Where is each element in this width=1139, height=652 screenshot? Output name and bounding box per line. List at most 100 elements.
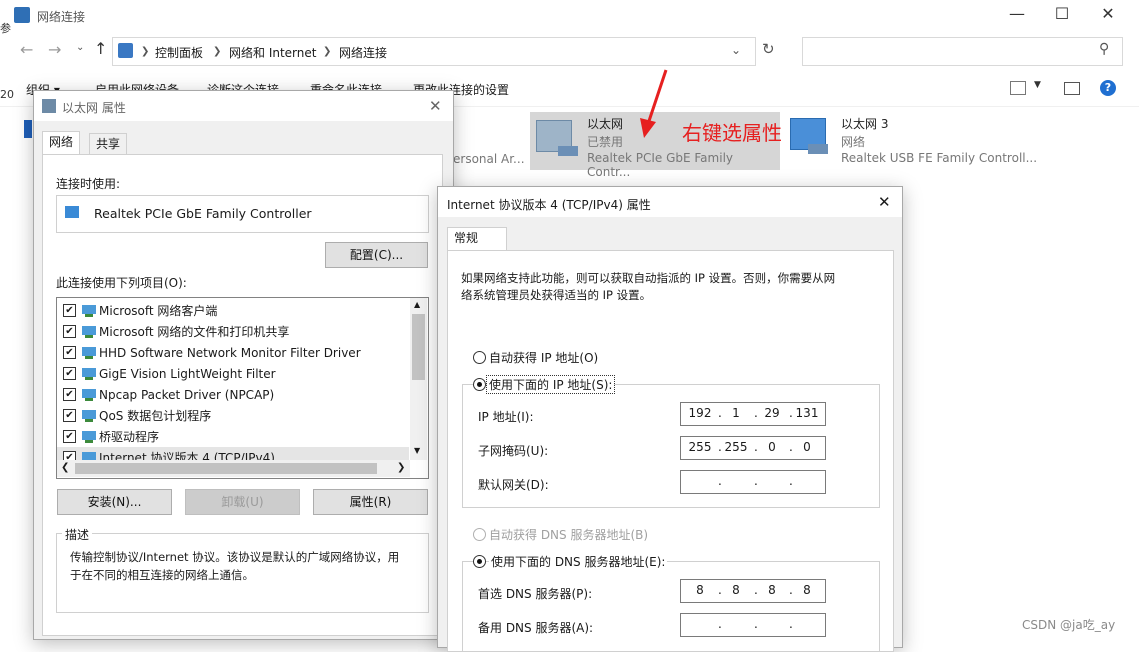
- breadcrumb-item[interactable]: 控制面板: [155, 44, 203, 61]
- breadcrumb-item[interactable]: 网络连接: [339, 44, 387, 61]
- help-icon[interactable]: ?: [1100, 80, 1116, 96]
- dns-octet: 8: [768, 583, 776, 597]
- scroll-right-icon[interactable]: ❯: [397, 462, 405, 473]
- manual-ip-radio[interactable]: [473, 378, 486, 391]
- network-component-icon: [82, 409, 96, 422]
- network-component-icon: [82, 304, 96, 317]
- gateway-label: 默认网关(D):: [478, 478, 549, 492]
- scroll-down-icon[interactable]: ▼: [414, 446, 420, 455]
- subnet-mask-field[interactable]: 255 . 255 . 0 . 0: [680, 436, 826, 460]
- nav-pane-fragment: 20: [0, 88, 14, 101]
- item-checkbox[interactable]: ✔: [63, 304, 76, 317]
- dialog-title-bar: Internet 协议版本 4 (TCP/IPv4) 属性 ✕: [438, 187, 902, 217]
- dialog-title: Internet 协议版本 4 (TCP/IPv4) 属性: [447, 198, 651, 212]
- breadcrumb-item[interactable]: 网络和 Internet: [229, 44, 316, 61]
- tab-general[interactable]: 常规: [447, 227, 507, 250]
- dns2-label: 备用 DNS 服务器(A):: [478, 621, 594, 635]
- scroll-thumb[interactable]: [412, 314, 425, 380]
- maximize-button[interactable]: ☐: [1047, 4, 1077, 23]
- network-folder-icon: [14, 7, 30, 23]
- ipv4-properties-dialog: Internet 协议版本 4 (TCP/IPv4) 属性 ✕ 常规 如果网络支…: [437, 186, 903, 652]
- up-arrow-icon[interactable]: ↑: [94, 39, 107, 58]
- list-item[interactable]: ✔ GigE Vision LightWeight Filter: [57, 363, 409, 384]
- item-checkbox[interactable]: ✔: [63, 325, 76, 338]
- item-checkbox[interactable]: ✔: [63, 346, 76, 359]
- adapter-name: 以太网: [587, 117, 624, 131]
- back-arrow-icon[interactable]: ←: [20, 40, 33, 59]
- vertical-scrollbar[interactable]: ▲ ▼: [410, 298, 427, 460]
- adapter-status: 已禁用: [587, 135, 624, 149]
- minimize-button[interactable]: —: [1002, 4, 1032, 23]
- description-text: 传输控制协议/Internet 协议。该协议是默认的广域网络协议，用: [70, 550, 400, 564]
- network-component-icon: [82, 346, 96, 359]
- alternate-dns-field[interactable]: . . .: [680, 613, 826, 637]
- control-panel-icon: [118, 43, 133, 58]
- item-label: Microsoft 网络的文件和打印机共享: [99, 325, 290, 339]
- manual-dns-radio[interactable]: [473, 555, 486, 568]
- preview-pane-icon[interactable]: [1064, 82, 1080, 95]
- ip-dot: .: [718, 474, 722, 488]
- adapter-name[interactable]: 以太网 3: [841, 115, 888, 132]
- item-checkbox[interactable]: ✔: [63, 388, 76, 401]
- intro-text: 如果网络支持此功能，则可以获取自动指派的 IP 设置。否则，你需要从网: [461, 271, 836, 285]
- scroll-up-icon[interactable]: ▲: [414, 300, 420, 309]
- tab-sharing[interactable]: 共享: [89, 133, 128, 154]
- auto-dns-label: 自动获得 DNS 服务器地址(B): [489, 528, 649, 542]
- item-checkbox[interactable]: ✔: [63, 367, 76, 380]
- dialog-close-button[interactable]: ✕: [878, 193, 891, 211]
- list-item[interactable]: ✔ 桥驱动程序: [57, 426, 409, 447]
- properties-button[interactable]: 属性(R): [313, 489, 428, 515]
- list-item[interactable]: ✔ QoS 数据包计划程序: [57, 405, 409, 426]
- address-box[interactable]: ❯ 控制面板 ❯ 网络和 Internet ❯ 网络连接 ⌄: [112, 37, 756, 66]
- ip-dot: .: [718, 617, 722, 631]
- view-options-icon[interactable]: [1010, 81, 1026, 95]
- preferred-dns-field[interactable]: 8 . 8 . 8 . 8: [680, 579, 826, 603]
- list-item[interactable]: ✔ Npcap Packet Driver (NPCAP): [57, 384, 409, 405]
- dialog-title-bar: 以太网 属性 ✕: [34, 91, 453, 121]
- description-label: 描述: [62, 526, 93, 543]
- ip-octet: 1: [732, 406, 740, 420]
- ethernet-properties-dialog: 以太网 属性 ✕ 网络 共享 连接时使用: Realtek PCIe GbE F…: [33, 90, 454, 640]
- list-item[interactable]: ✔ HHD Software Network Monitor Filter Dri…: [57, 342, 409, 363]
- auto-ip-radio[interactable]: [473, 351, 486, 364]
- list-item[interactable]: ✔ Microsoft 网络的文件和打印机共享: [57, 321, 409, 342]
- dns-octet: 8: [803, 583, 811, 597]
- view-dropdown-icon[interactable]: ▼: [1034, 80, 1041, 90]
- ip-octet: 131: [795, 406, 819, 420]
- manual-ip-label[interactable]: 使用下面的 IP 地址(S):: [485, 375, 616, 394]
- close-button[interactable]: ✕: [1093, 4, 1123, 23]
- scroll-left-icon[interactable]: ❮: [61, 462, 69, 473]
- scroll-thumb[interactable]: [75, 463, 377, 474]
- install-button[interactable]: 安装(N)...: [57, 489, 172, 515]
- network-component-icon: [82, 430, 96, 443]
- search-icon: ⚲: [1099, 41, 1110, 57]
- item-checkbox[interactable]: ✔: [63, 409, 76, 422]
- address-dropdown-icon[interactable]: ⌄: [731, 43, 741, 57]
- list-item[interactable]: ✔ Microsoft 网络客户端: [57, 300, 409, 321]
- ip-octet: 29: [764, 406, 780, 420]
- ip-dot: .: [754, 474, 758, 488]
- network-component-icon: [82, 367, 96, 380]
- ip-label: IP 地址(I):: [478, 410, 534, 424]
- auto-ip-label[interactable]: 自动获得 IP 地址(O): [489, 349, 598, 366]
- ip-address-field[interactable]: 192 . 1 . 29 . 131: [680, 402, 826, 426]
- adapter-device: Realtek PCIe GbE Family Contr...: [587, 151, 733, 179]
- items-list: ✔ Microsoft 网络客户端 ✔ Microsoft 网络的文件和打印机共享 ✔ H…: [56, 297, 429, 479]
- configure-button[interactable]: 配置(C)...: [325, 242, 428, 268]
- adapter-name: ersonal Ar...: [453, 152, 525, 166]
- recent-dropdown-icon[interactable]: ⌄: [76, 42, 84, 53]
- item-label: 桥驱动程序: [99, 430, 160, 444]
- manual-dns-label[interactable]: 使用下面的 DNS 服务器地址(E):: [489, 553, 668, 570]
- dialog-close-button[interactable]: ✕: [429, 97, 442, 115]
- horizontal-scrollbar[interactable]: ❮ ❯: [57, 460, 410, 477]
- search-input[interactable]: ⚲: [802, 37, 1123, 66]
- auto-dns-radio: [473, 528, 486, 541]
- tab-network[interactable]: 网络: [42, 131, 81, 154]
- gateway-field[interactable]: . . .: [680, 470, 826, 494]
- intro-text: 络系统管理员处获得适当的 IP 设置。: [461, 288, 652, 302]
- forward-arrow-icon[interactable]: →: [48, 40, 61, 59]
- item-checkbox[interactable]: ✔: [63, 430, 76, 443]
- ip-dot: .: [789, 474, 793, 488]
- refresh-icon[interactable]: ↻: [762, 40, 775, 58]
- dialog-title: 以太网 属性: [62, 101, 126, 115]
